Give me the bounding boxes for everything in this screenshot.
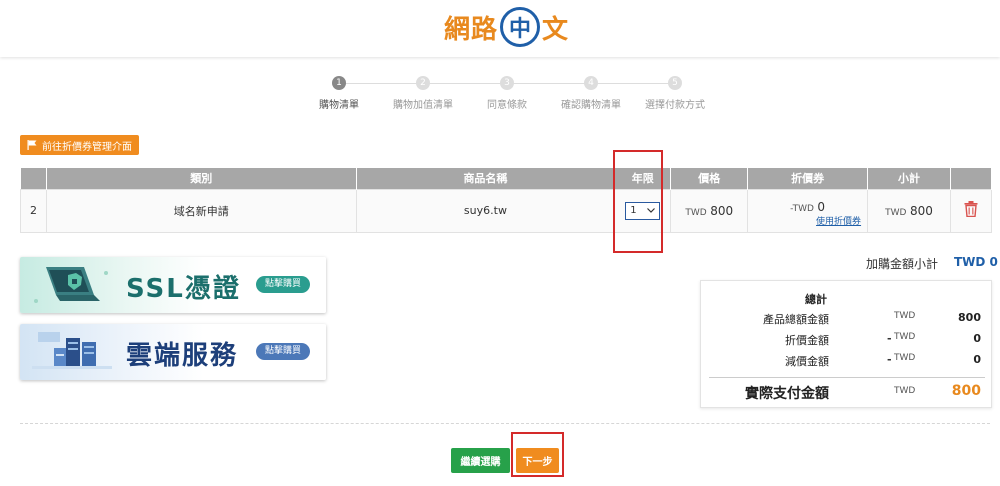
discount-amount: 0 bbox=[817, 200, 826, 214]
checkout-progress: 1 購物清單 2 購物加值清單 3 同意條款 4 確認購物清單 5 選擇付款方式 bbox=[300, 76, 720, 116]
price-currency: TWD bbox=[685, 207, 707, 218]
actual-pay-value: 800 bbox=[951, 383, 981, 399]
subtotal-currency: TWD bbox=[885, 207, 907, 218]
order-summary: 總計 產品總額金額 TWD 800 折價金額 - TWD 0 減價金額 - TW… bbox=[700, 280, 992, 408]
header-actions bbox=[950, 168, 993, 189]
price-amount: 800 bbox=[710, 203, 734, 218]
row-index: 2 bbox=[20, 188, 47, 233]
step-label: 同意條款 bbox=[487, 100, 527, 111]
summary-title: 總計 bbox=[805, 293, 827, 306]
step-label: 選擇付款方式 bbox=[645, 100, 705, 111]
addon-subtotal-value: TWD 0 bbox=[954, 255, 998, 269]
product-total-currency: TWD bbox=[894, 311, 916, 321]
laptop-shield-icon bbox=[34, 267, 108, 303]
ssl-banner-title: SSL憑證 bbox=[126, 274, 241, 304]
product-total-label: 產品總額金額 bbox=[763, 313, 829, 326]
step-cart-list: 1 購物清單 bbox=[294, 76, 384, 111]
continue-shopping-button[interactable]: 繼續選購 bbox=[451, 448, 510, 473]
coupon-management-label: 前往折價券管理介面 bbox=[42, 141, 132, 153]
table-row: 2 域名新申請 suy6.tw 1 TWD 800 -TWD 0 使用折價券 T… bbox=[20, 188, 993, 233]
coupon-management-button[interactable]: 前往折價券管理介面 bbox=[20, 135, 139, 155]
reduce-value: 0 bbox=[973, 353, 981, 366]
logo-text-right: 文 bbox=[542, 14, 570, 45]
reduce-currency: TWD bbox=[894, 353, 916, 363]
header-coupon: 折價券 bbox=[747, 168, 869, 189]
logo-text-left: 網路 bbox=[444, 14, 499, 45]
subtotal-amount: 800 bbox=[909, 203, 933, 218]
subtotal-cell: TWD 800 bbox=[867, 188, 951, 233]
use-coupon-link[interactable]: 使用折價券 bbox=[748, 214, 867, 227]
row-category: 域名新申請 bbox=[45, 188, 357, 233]
row-product-name: suy6.tw bbox=[355, 188, 616, 233]
summary-actual-row: 實際支付金額 TWD 800 bbox=[701, 383, 993, 402]
header-price: 價格 bbox=[670, 168, 749, 189]
addon-subtotal-label: 加購金額小計 bbox=[866, 257, 939, 271]
actual-pay-label: 實際支付金額 bbox=[745, 386, 829, 402]
header-category: 類別 bbox=[46, 168, 357, 189]
summary-discount-row: 折價金額 - TWD 0 bbox=[701, 332, 993, 348]
trash-icon[interactable] bbox=[964, 201, 978, 218]
step-label: 確認購物清單 bbox=[561, 100, 621, 111]
ssl-certificate-banner[interactable]: SSL憑證 點擊購買 bbox=[20, 257, 326, 313]
cloud-banner-title: 雲端服務 bbox=[126, 341, 239, 371]
header-subtotal: 小計 bbox=[867, 168, 951, 189]
actual-pay-currency: TWD bbox=[894, 386, 916, 396]
step-agree-terms: 3 同意條款 bbox=[462, 76, 552, 111]
summary-product-total-row: 產品總額金額 TWD 800 bbox=[701, 311, 993, 327]
cart-table: 類別 商品名稱 年限 價格 折價券 小計 2 域名新申請 suy6.tw 1 T… bbox=[20, 168, 993, 233]
reduce-label: 減價金額 bbox=[785, 355, 829, 368]
coupon-cell: -TWD 0 使用折價券 bbox=[747, 188, 869, 233]
step-number: 2 bbox=[416, 76, 430, 90]
ssl-buy-button[interactable]: 點擊購買 bbox=[256, 276, 310, 293]
discount-sign: - bbox=[887, 332, 892, 345]
step-confirm-cart: 4 確認購物清單 bbox=[546, 76, 636, 111]
step-number: 1 bbox=[332, 76, 346, 90]
step-label: 購物加值清單 bbox=[393, 100, 453, 111]
cloud-service-banner[interactable]: 雲端服務 點擊購買 bbox=[20, 324, 326, 380]
summary-divider bbox=[709, 377, 985, 378]
step-number: 3 bbox=[500, 76, 514, 90]
price-cell: TWD 800 bbox=[670, 188, 749, 233]
step-label: 購物清單 bbox=[319, 100, 359, 111]
next-step-highlight-box bbox=[511, 432, 564, 477]
cloud-buy-button[interactable]: 點擊購買 bbox=[256, 343, 310, 360]
site-logo[interactable]: 網路 中 文 bbox=[444, 7, 570, 47]
section-divider bbox=[20, 423, 990, 424]
cloud-servers-icon bbox=[32, 332, 112, 369]
years-highlight-box bbox=[613, 150, 663, 253]
flag-icon bbox=[27, 140, 37, 150]
logo-circle-mark: 中 bbox=[500, 7, 541, 47]
discount-currency: -TWD bbox=[790, 204, 814, 214]
summary-reduce-row: 減價金額 - TWD 0 bbox=[701, 353, 993, 369]
discount-label: 折價金額 bbox=[785, 334, 829, 347]
site-header: 網路 中 文 bbox=[0, 0, 1000, 57]
header-product-name: 商品名稱 bbox=[356, 168, 616, 189]
header-index bbox=[20, 168, 47, 189]
product-total-value: 800 bbox=[958, 311, 981, 324]
step-number: 4 bbox=[584, 76, 598, 90]
discount-currency: TWD bbox=[894, 332, 916, 342]
step-addon-list: 2 購物加值清單 bbox=[378, 76, 468, 111]
discount-value: 0 bbox=[973, 332, 981, 345]
step-number: 5 bbox=[668, 76, 682, 90]
table-header-row: 類別 商品名稱 年限 價格 折價券 小計 bbox=[20, 168, 993, 189]
actions-cell bbox=[949, 188, 993, 233]
step-payment-method: 5 選擇付款方式 bbox=[630, 76, 720, 111]
reduce-sign: - bbox=[887, 353, 892, 366]
